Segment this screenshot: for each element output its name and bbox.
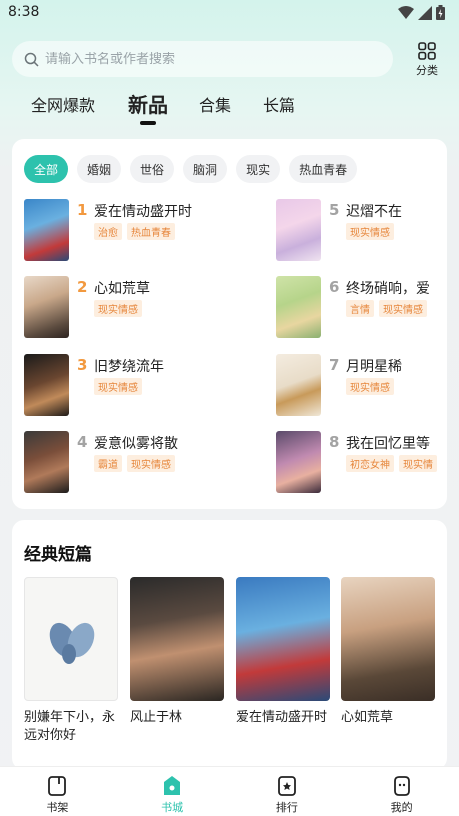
grid-icon <box>418 42 436 60</box>
section-title: 经典短篇 <box>24 545 92 565</box>
tab-new[interactable]: 新品 <box>128 89 168 118</box>
genre-tag: 现实情感 <box>94 378 142 395</box>
genre-tag: 现实情感 <box>346 378 394 395</box>
rank-item[interactable]: 8 我在回忆里等 初恋女神 现实情 <box>276 431 447 493</box>
nav-ranking[interactable]: 排行 <box>230 767 345 816</box>
book-cover <box>24 577 118 701</box>
book-cover <box>276 276 321 338</box>
active-tab-indicator <box>140 121 156 125</box>
rank-title: 爱意似雾将散 <box>94 436 178 452</box>
rank-item[interactable]: 3 旧梦绕流年 现实情感 <box>24 354 224 416</box>
filter-chip-secular[interactable]: 世俗 <box>130 155 175 183</box>
genre-tag: 热血青春 <box>127 223 175 240</box>
rank-number: 8 <box>329 433 340 451</box>
ranking-icon <box>277 776 296 796</box>
battery-icon <box>436 5 445 20</box>
rank-title: 我在回忆里等 <box>346 436 430 452</box>
filter-chip-marriage[interactable]: 婚姻 <box>77 155 122 183</box>
rank-title: 迟熠不在 <box>346 204 402 220</box>
genre-tag: 现实情感 <box>346 223 394 240</box>
book-title: 爱在情动盛开时 <box>236 710 328 725</box>
book-cover <box>24 199 69 261</box>
book-cover <box>276 354 321 416</box>
search-bar[interactable] <box>12 41 393 77</box>
nav-bookshelf[interactable]: 书架 <box>0 767 115 816</box>
status-icons <box>398 5 445 20</box>
book-cover <box>24 276 69 338</box>
book-cover <box>24 431 69 493</box>
rank-title: 终场硝响，爱 <box>346 281 430 297</box>
nav-label: 书架 <box>46 801 69 814</box>
filter-chip-brainstorm[interactable]: 脑洞 <box>183 155 228 183</box>
rank-item[interactable]: 1 爱在情动盛开时 治愈 热血青春 <box>24 199 224 261</box>
category-button[interactable]: 分类 <box>410 42 444 80</box>
tab-all-net-hits[interactable]: 全网爆款 <box>31 92 95 116</box>
book-title: 心如荒草 <box>341 710 394 725</box>
classic-short-card: 经典短篇 别嫌年下小，永远对你好 风止于林 爱在情动盛开时 心如荒草 <box>12 520 447 770</box>
nav-bookstore[interactable]: 书城 <box>115 767 230 816</box>
status-time: 8:38 <box>8 4 40 20</box>
tab-long[interactable]: 长篇 <box>263 92 295 116</box>
filter-chip-youth[interactable]: 热血青春 <box>289 155 358 183</box>
rank-number: 7 <box>329 356 340 374</box>
rank-title: 旧梦绕流年 <box>94 359 164 375</box>
book-cover <box>276 431 321 493</box>
nav-label: 排行 <box>275 801 298 814</box>
rank-column-right: 5 迟熠不在 现实情感 6 终场硝响，爱 言情 现实情感 7 月明星稀 现实情感 <box>264 199 447 499</box>
book-item[interactable]: 心如荒草 <box>341 577 435 727</box>
rank-number: 1 <box>77 201 88 219</box>
rank-title: 月明星稀 <box>346 359 402 375</box>
genre-tag: 现实情感 <box>94 300 142 317</box>
signal-icon <box>418 5 432 20</box>
genre-tag: 治愈 <box>94 223 122 240</box>
book-title: 别嫌年下小，永远对你好 <box>24 710 116 743</box>
filter-chip-all[interactable]: 全部 <box>24 155 69 183</box>
genre-tag: 初恋女神 <box>346 455 394 472</box>
status-bar: 8:38 <box>0 0 459 26</box>
butterfly-icon <box>49 622 95 664</box>
book-title: 风止于林 <box>130 710 183 725</box>
rank-item[interactable]: 4 爱意似雾将散 霸道 现实情感 <box>24 431 224 493</box>
book-cover <box>236 577 330 701</box>
wifi-icon <box>398 5 414 19</box>
book-cover <box>24 354 69 416</box>
rank-number: 6 <box>329 278 340 296</box>
genre-tag: 现实情 <box>399 455 437 472</box>
genre-tag: 现实情感 <box>127 455 175 472</box>
book-cover <box>341 577 435 701</box>
rank-title: 心如荒草 <box>94 281 150 297</box>
rank-number: 3 <box>77 356 88 374</box>
filter-chip-reality[interactable]: 现实 <box>236 155 281 183</box>
nav-label: 我的 <box>390 801 413 814</box>
bottom-nav: 书架 书城 排行 我的 <box>0 766 459 816</box>
rank-item[interactable]: 2 心如荒草 现实情感 <box>24 276 224 338</box>
book-item[interactable]: 爱在情动盛开时 <box>236 577 330 727</box>
book-cover <box>130 577 224 701</box>
profile-icon <box>393 776 410 796</box>
rank-title: 爱在情动盛开时 <box>94 204 192 220</box>
nav-label: 书城 <box>161 801 184 814</box>
rank-number: 4 <box>77 433 88 451</box>
rank-item[interactable]: 7 月明星稀 现实情感 <box>276 354 447 416</box>
genre-tag: 言情 <box>346 300 374 317</box>
nav-mine[interactable]: 我的 <box>344 767 459 816</box>
search-input[interactable] <box>45 51 375 67</box>
book-item[interactable]: 别嫌年下小，永远对你好 <box>24 577 118 745</box>
book-cover <box>276 199 321 261</box>
tab-collections[interactable]: 合集 <box>199 92 231 116</box>
rank-item[interactable]: 6 终场硝响，爱 言情 现实情感 <box>276 276 447 338</box>
bookshelf-icon <box>48 776 67 796</box>
category-label: 分类 <box>416 64 438 77</box>
store-icon <box>164 776 181 795</box>
book-item[interactable]: 风止于林 <box>130 577 224 727</box>
genre-tag: 霸道 <box>94 455 122 472</box>
section-tabs: 全网爆款 新品 合集 长篇 <box>0 92 459 128</box>
filter-chips: 全部 婚姻 世俗 脑洞 现实 热血青春 <box>24 155 358 183</box>
rank-item[interactable]: 5 迟熠不在 现实情感 <box>276 199 447 261</box>
genre-tag: 现实情感 <box>379 300 427 317</box>
rank-number: 5 <box>329 201 340 219</box>
search-icon <box>24 52 39 67</box>
rank-number: 2 <box>77 278 88 296</box>
new-books-card: 全部 婚姻 世俗 脑洞 现实 热血青春 1 爱在情动盛开时 治愈 热血青春 2 … <box>12 139 447 509</box>
